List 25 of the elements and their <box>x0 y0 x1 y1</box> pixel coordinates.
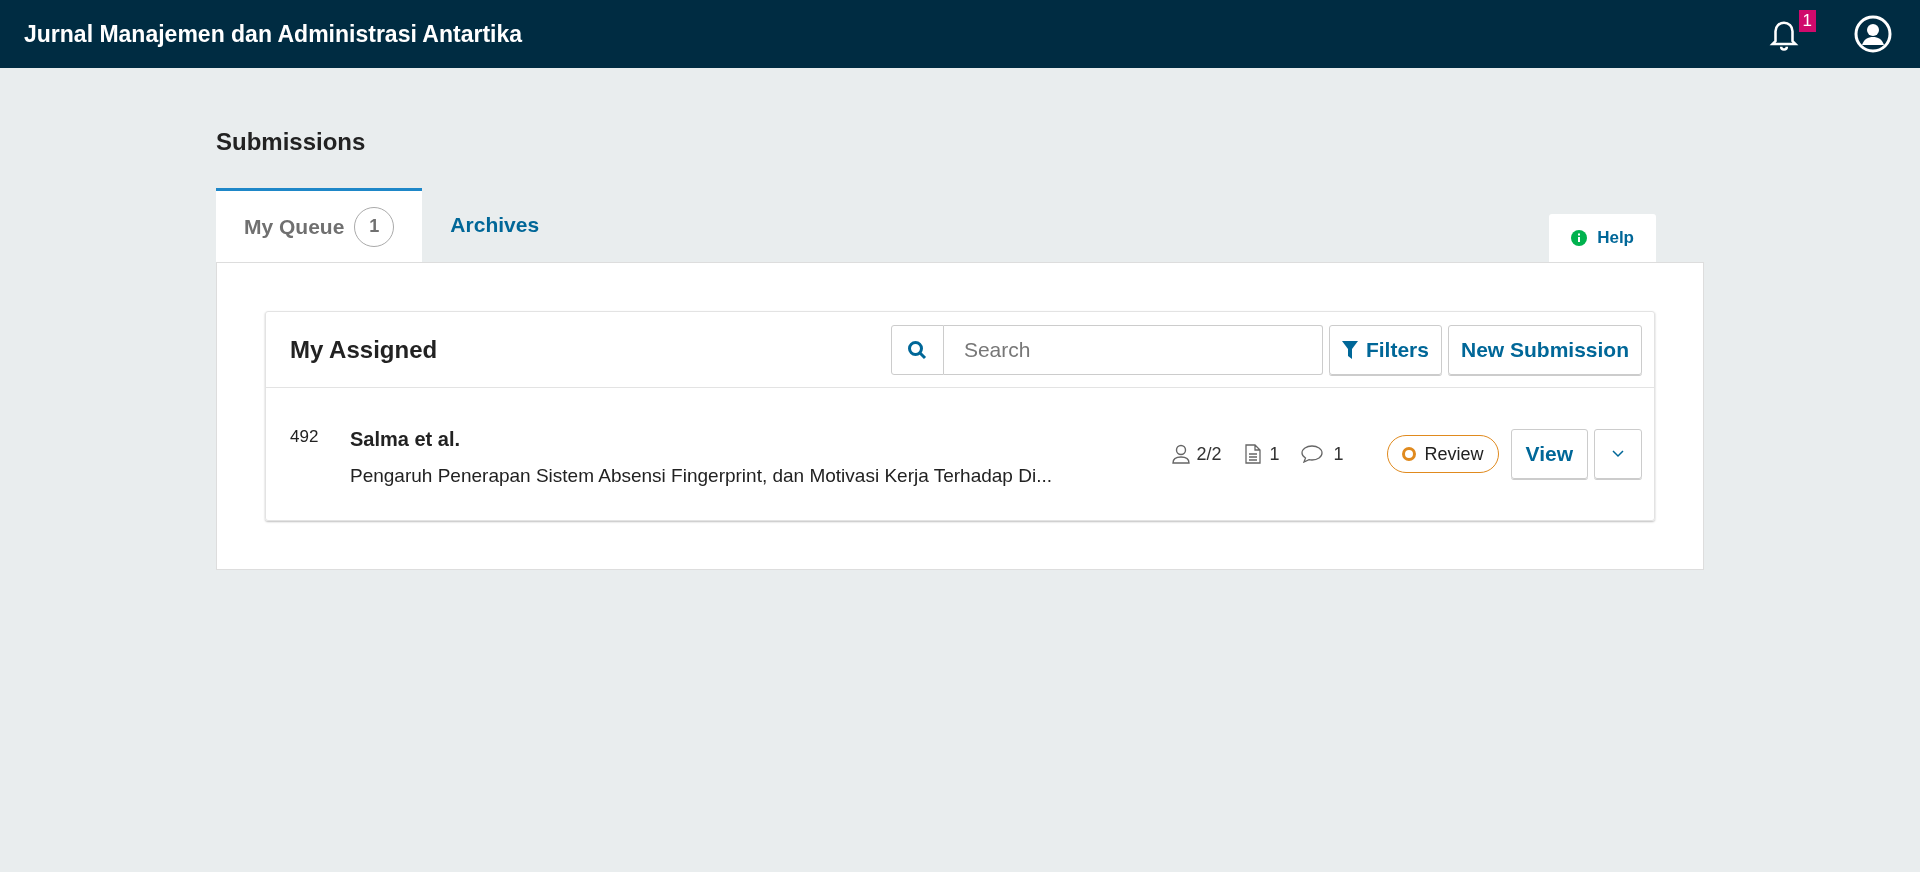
search-field[interactable]: Search <box>943 324 1323 375</box>
search-icon <box>907 339 928 360</box>
person-icon <box>1172 444 1191 464</box>
page-title: Submissions <box>216 127 367 157</box>
submission-authors[interactable]: Salma et al. <box>350 424 1052 454</box>
notification-count: 1 <box>1798 10 1816 32</box>
chevron-down-icon <box>1612 450 1624 458</box>
new-submission-button[interactable]: New Submission <box>1447 324 1642 375</box>
filters-button[interactable]: Filters <box>1328 324 1442 375</box>
tab[interactable]: My Queue 1 <box>216 188 423 262</box>
view-button[interactable]: View <box>1510 429 1588 479</box>
submission-id: 492 <box>290 426 320 448</box>
site-title[interactable]: Jurnal Manajemen dan Administrasi Antartika <box>24 16 523 52</box>
tab[interactable]: Archives <box>422 188 568 262</box>
submission-title[interactable]: Pengaruh Penerapan Sistem Absensi Fingerprint, dan Motivasi Kerja Terhadap Di... <box>350 462 1052 491</box>
filter-icon <box>1341 340 1358 359</box>
user-avatar-icon[interactable] <box>1854 15 1892 53</box>
participants-count: 2/2 <box>1196 442 1222 466</box>
list-title: My Assigned <box>290 334 438 365</box>
help-button[interactable]: Help <box>1549 214 1656 262</box>
discussions-count: 1 <box>1333 442 1344 466</box>
document-icon <box>1245 444 1262 464</box>
info-icon <box>1571 230 1588 246</box>
speech-bubble-icon <box>1301 445 1324 463</box>
files-count: 1 <box>1269 442 1280 466</box>
